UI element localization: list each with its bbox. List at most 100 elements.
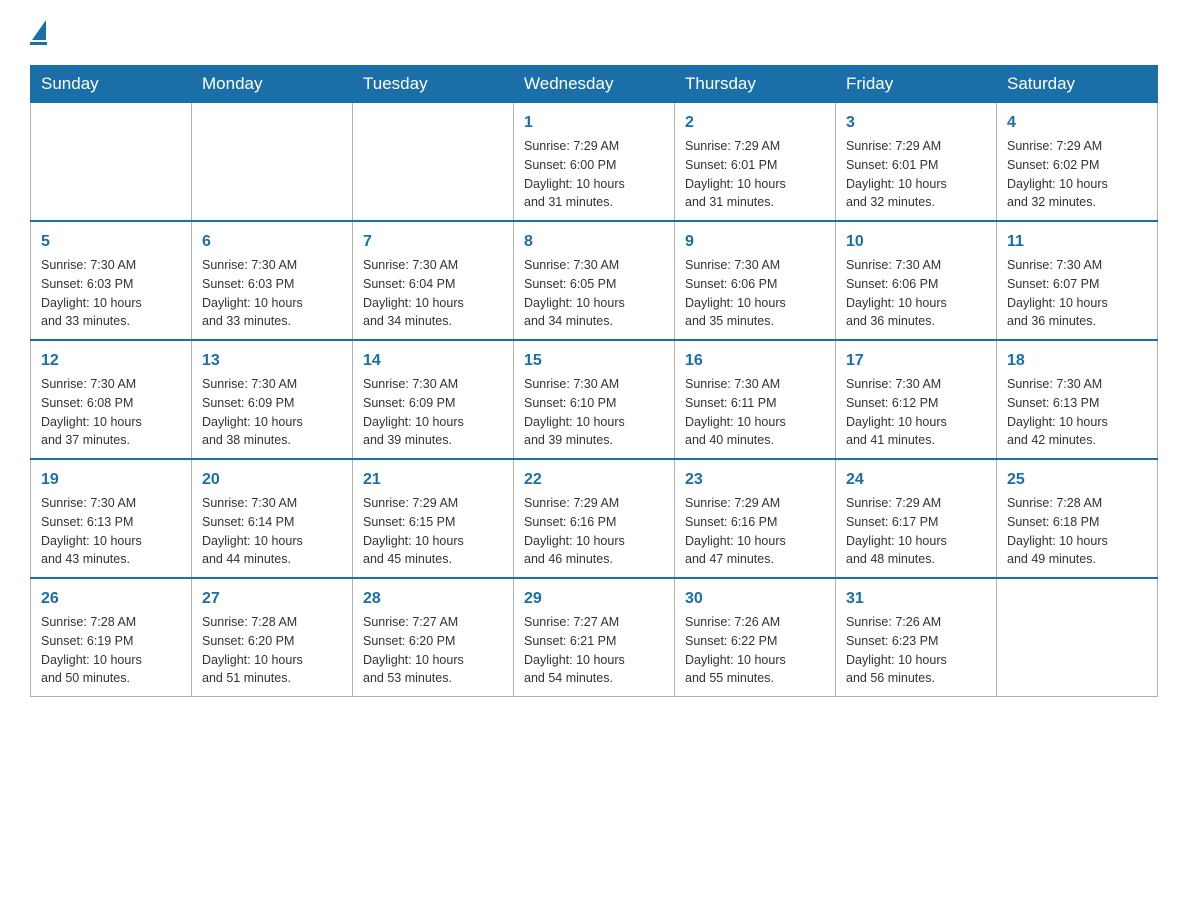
- day-number: 27: [202, 587, 342, 611]
- day-number: 1: [524, 111, 664, 135]
- day-number: 31: [846, 587, 986, 611]
- calendar-cell: 18Sunrise: 7:30 AM Sunset: 6:13 PM Dayli…: [997, 340, 1158, 459]
- day-info: Sunrise: 7:27 AM Sunset: 6:20 PM Dayligh…: [363, 613, 503, 688]
- day-number: 28: [363, 587, 503, 611]
- calendar-table: SundayMondayTuesdayWednesdayThursdayFrid…: [30, 65, 1158, 697]
- day-info: Sunrise: 7:30 AM Sunset: 6:03 PM Dayligh…: [41, 256, 181, 331]
- day-number: 30: [685, 587, 825, 611]
- calendar-cell: 25Sunrise: 7:28 AM Sunset: 6:18 PM Dayli…: [997, 459, 1158, 578]
- calendar-week-row: 1Sunrise: 7:29 AM Sunset: 6:00 PM Daylig…: [31, 103, 1158, 222]
- calendar-cell: 19Sunrise: 7:30 AM Sunset: 6:13 PM Dayli…: [31, 459, 192, 578]
- calendar-header-tuesday: Tuesday: [353, 66, 514, 103]
- day-info: Sunrise: 7:30 AM Sunset: 6:09 PM Dayligh…: [363, 375, 503, 450]
- calendar-cell: 27Sunrise: 7:28 AM Sunset: 6:20 PM Dayli…: [192, 578, 353, 697]
- calendar-cell: 9Sunrise: 7:30 AM Sunset: 6:06 PM Daylig…: [675, 221, 836, 340]
- logo-underline: [30, 42, 47, 45]
- day-info: Sunrise: 7:30 AM Sunset: 6:03 PM Dayligh…: [202, 256, 342, 331]
- calendar-cell: 20Sunrise: 7:30 AM Sunset: 6:14 PM Dayli…: [192, 459, 353, 578]
- day-number: 19: [41, 468, 181, 492]
- day-info: Sunrise: 7:26 AM Sunset: 6:23 PM Dayligh…: [846, 613, 986, 688]
- day-info: Sunrise: 7:28 AM Sunset: 6:19 PM Dayligh…: [41, 613, 181, 688]
- day-number: 24: [846, 468, 986, 492]
- calendar-cell: 17Sunrise: 7:30 AM Sunset: 6:12 PM Dayli…: [836, 340, 997, 459]
- calendar-cell: 21Sunrise: 7:29 AM Sunset: 6:15 PM Dayli…: [353, 459, 514, 578]
- day-info: Sunrise: 7:30 AM Sunset: 6:11 PM Dayligh…: [685, 375, 825, 450]
- day-number: 8: [524, 230, 664, 254]
- day-info: Sunrise: 7:29 AM Sunset: 6:16 PM Dayligh…: [685, 494, 825, 569]
- calendar-cell: 14Sunrise: 7:30 AM Sunset: 6:09 PM Dayli…: [353, 340, 514, 459]
- day-number: 21: [363, 468, 503, 492]
- day-number: 12: [41, 349, 181, 373]
- calendar-cell: 23Sunrise: 7:29 AM Sunset: 6:16 PM Dayli…: [675, 459, 836, 578]
- day-info: Sunrise: 7:30 AM Sunset: 6:07 PM Dayligh…: [1007, 256, 1147, 331]
- day-info: Sunrise: 7:29 AM Sunset: 6:17 PM Dayligh…: [846, 494, 986, 569]
- day-info: Sunrise: 7:28 AM Sunset: 6:18 PM Dayligh…: [1007, 494, 1147, 569]
- calendar-header-friday: Friday: [836, 66, 997, 103]
- day-info: Sunrise: 7:30 AM Sunset: 6:14 PM Dayligh…: [202, 494, 342, 569]
- calendar-week-row: 5Sunrise: 7:30 AM Sunset: 6:03 PM Daylig…: [31, 221, 1158, 340]
- day-info: Sunrise: 7:30 AM Sunset: 6:05 PM Dayligh…: [524, 256, 664, 331]
- calendar-cell: 2Sunrise: 7:29 AM Sunset: 6:01 PM Daylig…: [675, 103, 836, 222]
- day-info: Sunrise: 7:30 AM Sunset: 6:12 PM Dayligh…: [846, 375, 986, 450]
- day-info: Sunrise: 7:30 AM Sunset: 6:13 PM Dayligh…: [41, 494, 181, 569]
- calendar-week-row: 12Sunrise: 7:30 AM Sunset: 6:08 PM Dayli…: [31, 340, 1158, 459]
- calendar-header-wednesday: Wednesday: [514, 66, 675, 103]
- day-number: 7: [363, 230, 503, 254]
- day-number: 18: [1007, 349, 1147, 373]
- day-number: 14: [363, 349, 503, 373]
- day-number: 22: [524, 468, 664, 492]
- calendar-cell: 28Sunrise: 7:27 AM Sunset: 6:20 PM Dayli…: [353, 578, 514, 697]
- calendar-cell: 5Sunrise: 7:30 AM Sunset: 6:03 PM Daylig…: [31, 221, 192, 340]
- day-info: Sunrise: 7:30 AM Sunset: 6:13 PM Dayligh…: [1007, 375, 1147, 450]
- calendar-cell: 29Sunrise: 7:27 AM Sunset: 6:21 PM Dayli…: [514, 578, 675, 697]
- calendar-cell: [997, 578, 1158, 697]
- calendar-cell: [192, 103, 353, 222]
- calendar-cell: 3Sunrise: 7:29 AM Sunset: 6:01 PM Daylig…: [836, 103, 997, 222]
- calendar-cell: 22Sunrise: 7:29 AM Sunset: 6:16 PM Dayli…: [514, 459, 675, 578]
- logo-triangle-icon: [32, 20, 46, 40]
- calendar-header-row: SundayMondayTuesdayWednesdayThursdayFrid…: [31, 66, 1158, 103]
- day-number: 6: [202, 230, 342, 254]
- calendar-cell: 16Sunrise: 7:30 AM Sunset: 6:11 PM Dayli…: [675, 340, 836, 459]
- day-number: 15: [524, 349, 664, 373]
- day-info: Sunrise: 7:26 AM Sunset: 6:22 PM Dayligh…: [685, 613, 825, 688]
- calendar-header-sunday: Sunday: [31, 66, 192, 103]
- day-number: 16: [685, 349, 825, 373]
- calendar-cell: 11Sunrise: 7:30 AM Sunset: 6:07 PM Dayli…: [997, 221, 1158, 340]
- day-info: Sunrise: 7:29 AM Sunset: 6:00 PM Dayligh…: [524, 137, 664, 212]
- day-number: 3: [846, 111, 986, 135]
- day-number: 17: [846, 349, 986, 373]
- calendar-header-saturday: Saturday: [997, 66, 1158, 103]
- day-info: Sunrise: 7:29 AM Sunset: 6:02 PM Dayligh…: [1007, 137, 1147, 212]
- day-number: 9: [685, 230, 825, 254]
- calendar-cell: 13Sunrise: 7:30 AM Sunset: 6:09 PM Dayli…: [192, 340, 353, 459]
- day-info: Sunrise: 7:28 AM Sunset: 6:20 PM Dayligh…: [202, 613, 342, 688]
- day-number: 23: [685, 468, 825, 492]
- calendar-header-thursday: Thursday: [675, 66, 836, 103]
- day-info: Sunrise: 7:30 AM Sunset: 6:06 PM Dayligh…: [685, 256, 825, 331]
- day-number: 29: [524, 587, 664, 611]
- day-number: 20: [202, 468, 342, 492]
- day-number: 2: [685, 111, 825, 135]
- page-header: [30, 20, 1158, 45]
- day-number: 26: [41, 587, 181, 611]
- calendar-week-row: 19Sunrise: 7:30 AM Sunset: 6:13 PM Dayli…: [31, 459, 1158, 578]
- calendar-header-monday: Monday: [192, 66, 353, 103]
- calendar-cell: 24Sunrise: 7:29 AM Sunset: 6:17 PM Dayli…: [836, 459, 997, 578]
- day-info: Sunrise: 7:30 AM Sunset: 6:08 PM Dayligh…: [41, 375, 181, 450]
- day-info: Sunrise: 7:30 AM Sunset: 6:09 PM Dayligh…: [202, 375, 342, 450]
- day-info: Sunrise: 7:29 AM Sunset: 6:01 PM Dayligh…: [685, 137, 825, 212]
- day-info: Sunrise: 7:29 AM Sunset: 6:15 PM Dayligh…: [363, 494, 503, 569]
- day-number: 4: [1007, 111, 1147, 135]
- calendar-cell: 10Sunrise: 7:30 AM Sunset: 6:06 PM Dayli…: [836, 221, 997, 340]
- day-number: 5: [41, 230, 181, 254]
- calendar-cell: 15Sunrise: 7:30 AM Sunset: 6:10 PM Dayli…: [514, 340, 675, 459]
- day-number: 13: [202, 349, 342, 373]
- calendar-cell: 1Sunrise: 7:29 AM Sunset: 6:00 PM Daylig…: [514, 103, 675, 222]
- calendar-cell: [31, 103, 192, 222]
- calendar-cell: 6Sunrise: 7:30 AM Sunset: 6:03 PM Daylig…: [192, 221, 353, 340]
- calendar-cell: 8Sunrise: 7:30 AM Sunset: 6:05 PM Daylig…: [514, 221, 675, 340]
- day-info: Sunrise: 7:30 AM Sunset: 6:10 PM Dayligh…: [524, 375, 664, 450]
- calendar-week-row: 26Sunrise: 7:28 AM Sunset: 6:19 PM Dayli…: [31, 578, 1158, 697]
- day-info: Sunrise: 7:30 AM Sunset: 6:06 PM Dayligh…: [846, 256, 986, 331]
